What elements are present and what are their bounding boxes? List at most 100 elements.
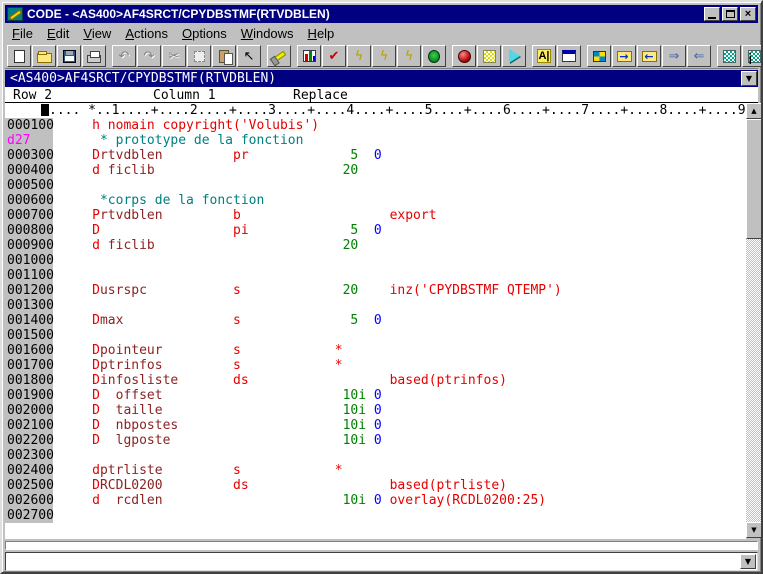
line-number: 002000 (5, 403, 53, 418)
copy-button[interactable] (187, 45, 211, 67)
code-text: overlay(RCDL0200:25) (382, 493, 546, 508)
scroll-up-button[interactable]: ▲ (746, 103, 762, 119)
next-mark-button[interactable]: ⇒ (662, 45, 686, 67)
undo-button[interactable]: ↶ (112, 45, 136, 67)
code-line[interactable]: 002100 D nbpostes 10i 0 (5, 418, 746, 433)
code-line[interactable]: 001900 D offset 10i 0 (5, 388, 746, 403)
code-text: nbpostes (100, 418, 178, 433)
code-line[interactable]: 002600 d rcdlen 10i 0 overlay(RCDL0200:2… (5, 493, 746, 508)
code-line[interactable]: 000400 d ficlib 20 (5, 163, 746, 178)
line-number: 001800 (5, 373, 53, 388)
code-line[interactable]: 001300 (5, 298, 746, 313)
previous-mark-button[interactable]: ⇐ (687, 45, 711, 67)
menu-item-view[interactable]: View (76, 25, 118, 42)
code-text: infosliste (100, 373, 178, 388)
code-line[interactable]: 000900 d ficlib 20 (5, 238, 746, 253)
pencil-icon (9, 10, 22, 21)
halt-button[interactable] (477, 45, 501, 67)
compile-last-button[interactable]: ϟ (397, 45, 421, 67)
code-text: 0 (358, 223, 381, 238)
menu-item-options[interactable]: Options (175, 25, 234, 42)
open-file-button[interactable] (32, 45, 56, 67)
message-line (5, 541, 758, 550)
command-dropdown-button[interactable]: ▼ (740, 554, 756, 569)
code-line[interactable]: 001200 Dusrspc s 20 inz('CPYDBSTMF QTEMP… (5, 283, 746, 298)
maximize-button[interactable] (722, 7, 738, 21)
cut-button[interactable]: ✂ (162, 45, 186, 67)
code-text: taille (100, 403, 163, 418)
document-title-bar: <AS400>AF4SRCT/CPYDBSTMF(RTVDBLEN) ▼ (5, 70, 758, 87)
line-number: 001100 (5, 268, 53, 283)
tile-windows-button[interactable] (587, 45, 611, 67)
code-line[interactable]: 000700 Prtvdblen b export (5, 208, 746, 223)
minimize-icon (708, 17, 716, 19)
vertical-scrollbar[interactable]: ▲ ▼ (746, 103, 762, 538)
code-line[interactable]: 000500 (5, 178, 746, 193)
redo-button[interactable]: ↷ (137, 45, 161, 67)
code-line[interactable]: 002500 DRCDL0200 ds based(ptrliste) (5, 478, 746, 493)
code-line[interactable]: 001100 (5, 268, 746, 283)
window-list-button[interactable] (557, 45, 581, 67)
code-line[interactable]: 000600 *corps de la fonction (5, 193, 746, 208)
cursor-row-indicator: Row 2 (13, 88, 52, 103)
next-file-button[interactable]: → (612, 45, 636, 67)
line-number: 001700 (5, 358, 53, 373)
code-text: 20 (155, 238, 359, 253)
scroll-down-button[interactable]: ▼ (746, 522, 762, 538)
save-file-button[interactable] (57, 45, 81, 67)
code-line[interactable]: 001800 Dinfosliste ds based(ptrinfos) (5, 373, 746, 388)
code-line[interactable]: 002000 D taille 10i 0 (5, 403, 746, 418)
code-text: export (241, 208, 437, 223)
compile-options-button[interactable]: ϟ (372, 45, 396, 67)
print-button[interactable] (82, 45, 106, 67)
code-line[interactable]: 001700 Dptrinfos s * (5, 358, 746, 373)
previous-file-button[interactable]: ← (637, 45, 661, 67)
prompt-button[interactable]: A| (532, 45, 556, 67)
source-code-area[interactable]: 000100 h nomain copyright('Volubis')d27 … (5, 118, 746, 539)
code-line[interactable]: 001600 Dpointeur s * (5, 343, 746, 358)
code-line[interactable]: 001500 (5, 328, 746, 343)
select-pointer-button[interactable]: ↖ (237, 45, 261, 67)
display-1-button[interactable] (717, 45, 741, 67)
code-line[interactable]: 001400 Dmax s 5 0 (5, 313, 746, 328)
verify-button[interactable]: ✔ (322, 45, 346, 67)
debug-button[interactable] (422, 45, 446, 67)
display-1-icon (723, 50, 736, 63)
code-text: based(ptrliste) (249, 478, 507, 493)
menu-item-help[interactable]: Help (301, 25, 342, 42)
menu-item-actions[interactable]: Actions (118, 25, 175, 42)
minimize-button[interactable] (704, 7, 720, 21)
code-line[interactable]: d27 * prototype de la fonction (5, 133, 746, 148)
display-2-button[interactable]: i (742, 45, 763, 67)
code-text: pi (100, 223, 249, 238)
document-dropdown-button[interactable]: ▼ (741, 71, 757, 86)
close-button[interactable]: × (740, 7, 756, 21)
code-text: D (53, 358, 100, 373)
code-text: D (53, 373, 100, 388)
code-line[interactable]: 000100 h nomain copyright('Volubis') (5, 118, 746, 133)
code-text: lgposte (100, 433, 170, 448)
code-line[interactable]: 002400 dptrliste s * (5, 463, 746, 478)
cut-icon: ✂ (169, 50, 180, 63)
code-line[interactable]: 002200 D lgposte 10i 0 (5, 433, 746, 448)
code-line[interactable]: 002300 (5, 448, 746, 463)
find-button[interactable] (267, 45, 291, 67)
save-file-icon (63, 50, 76, 63)
previous-mark-icon: ⇐ (694, 50, 705, 63)
compile-button[interactable]: ϟ (347, 45, 371, 67)
code-line[interactable]: 002700 (5, 508, 746, 523)
command-input[interactable] (7, 554, 739, 569)
record-button[interactable] (452, 45, 476, 67)
debug-icon (428, 50, 440, 63)
menu-item-file[interactable]: File (5, 25, 40, 42)
code-line[interactable]: 000800 D pi 5 0 (5, 223, 746, 238)
scrollbar-thumb[interactable] (746, 119, 762, 239)
new-file-button[interactable] (7, 45, 31, 67)
code-line[interactable]: 000300 Drtvdblen pr 5 0 (5, 148, 746, 163)
menu-item-windows[interactable]: Windows (234, 25, 301, 42)
code-line[interactable]: 001000 (5, 253, 746, 268)
run-button[interactable] (502, 45, 526, 67)
paste-button[interactable] (212, 45, 236, 67)
menu-item-edit[interactable]: Edit (40, 25, 76, 42)
program-monitor-button[interactable] (297, 45, 321, 67)
